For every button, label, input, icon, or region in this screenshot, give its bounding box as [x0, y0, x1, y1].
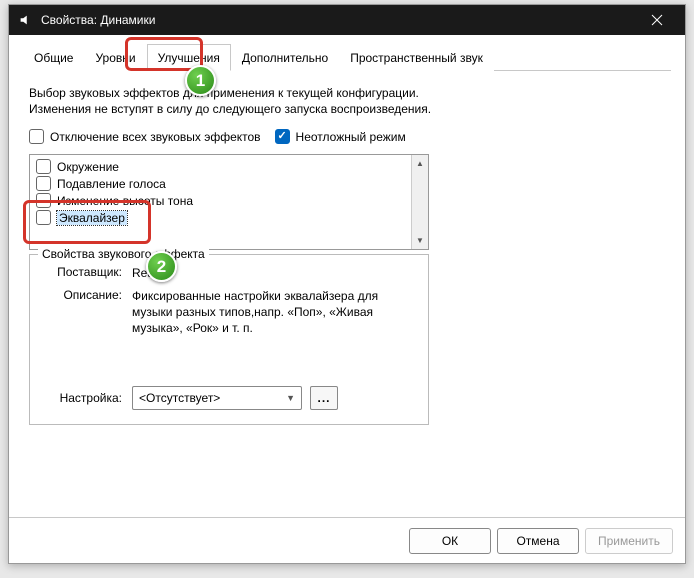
- effects-listbox[interactable]: Окружение Подавление голоса Изменение вы…: [29, 154, 429, 250]
- titlebar: Свойства: Динамики: [9, 5, 685, 35]
- effects-list: Окружение Подавление голоса Изменение вы…: [30, 155, 411, 249]
- list-item-equalizer[interactable]: Эквалайзер: [34, 209, 407, 226]
- select-value: <Отсутствует>: [139, 391, 220, 405]
- annotation-callout-1: 1: [185, 65, 216, 96]
- checkbox-disable-all[interactable]: Отключение всех звуковых эффектов: [29, 129, 261, 144]
- effect-label: Окружение: [57, 160, 119, 174]
- list-item[interactable]: Изменение высоты тона: [34, 192, 407, 209]
- dialog-content: Общие Уровни Улучшения Дополнительно Про…: [9, 35, 685, 517]
- scroll-track[interactable]: [412, 172, 428, 232]
- close-button[interactable]: [637, 5, 677, 35]
- checkbox-immediate-mode[interactable]: Неотложный режим: [275, 129, 406, 144]
- vendor-label: Поставщик:: [42, 265, 132, 279]
- chevron-down-icon: ▼: [286, 393, 295, 403]
- setting-label: Настройка:: [42, 391, 132, 405]
- checkbox-box-icon: [29, 129, 44, 144]
- tab-enhancements[interactable]: Улучшения: [147, 44, 231, 71]
- tab-levels[interactable]: Уровни: [84, 44, 146, 71]
- description-value: Фиксированные настройки эквалайзера для …: [132, 288, 416, 337]
- checkbox-box-checked-icon: [275, 129, 290, 144]
- tab-advanced[interactable]: Дополнительно: [231, 44, 339, 71]
- effect-label: Эквалайзер: [57, 211, 127, 225]
- annotation-callout-2: 2: [146, 251, 177, 282]
- list-item[interactable]: Подавление голоса: [34, 175, 407, 192]
- checkbox-box-icon[interactable]: [36, 193, 51, 208]
- scroll-down-icon[interactable]: ▼: [412, 232, 428, 249]
- tab-general[interactable]: Общие: [23, 44, 84, 71]
- list-item[interactable]: Окружение: [34, 158, 407, 175]
- description-label: Описание:: [42, 288, 132, 302]
- cancel-button[interactable]: Отмена: [497, 528, 579, 554]
- checkbox-label: Отключение всех звуковых эффектов: [50, 130, 261, 144]
- panel-description: Выбор звуковых эффектов для применения к…: [29, 85, 449, 117]
- tab-strip: Общие Уровни Улучшения Дополнительно Про…: [23, 43, 671, 71]
- scrollbar[interactable]: ▲ ▼: [411, 155, 428, 249]
- effect-label: Подавление голоса: [57, 177, 166, 191]
- checkbox-box-icon[interactable]: [36, 159, 51, 174]
- group-title: Свойства звукового эффекта: [38, 247, 209, 261]
- dialog-window: Свойства: Динамики Общие Уровни Улучшени…: [8, 4, 686, 564]
- checkbox-box-icon[interactable]: [36, 210, 51, 225]
- scroll-up-icon[interactable]: ▲: [412, 155, 428, 172]
- effect-properties-group: Свойства звукового эффекта Поставщик: Re…: [29, 254, 429, 425]
- apply-button[interactable]: Применить: [585, 528, 673, 554]
- dialog-footer: ОК Отмена Применить: [9, 517, 685, 563]
- more-button[interactable]: ...: [310, 386, 338, 410]
- setting-select[interactable]: <Отсутствует> ▼: [132, 386, 302, 410]
- tab-spatial[interactable]: Пространственный звук: [339, 44, 494, 71]
- checkbox-box-icon[interactable]: [36, 176, 51, 191]
- tab-panel-enhancements: Выбор звуковых эффектов для применения к…: [23, 71, 671, 431]
- ok-button[interactable]: ОК: [409, 528, 491, 554]
- window-title: Свойства: Динамики: [41, 13, 637, 27]
- checkbox-label: Неотложный режим: [296, 130, 406, 144]
- effect-label: Изменение высоты тона: [57, 194, 193, 208]
- speaker-icon: [17, 12, 33, 28]
- top-checkbox-row: Отключение всех звуковых эффектов Неотло…: [29, 129, 665, 144]
